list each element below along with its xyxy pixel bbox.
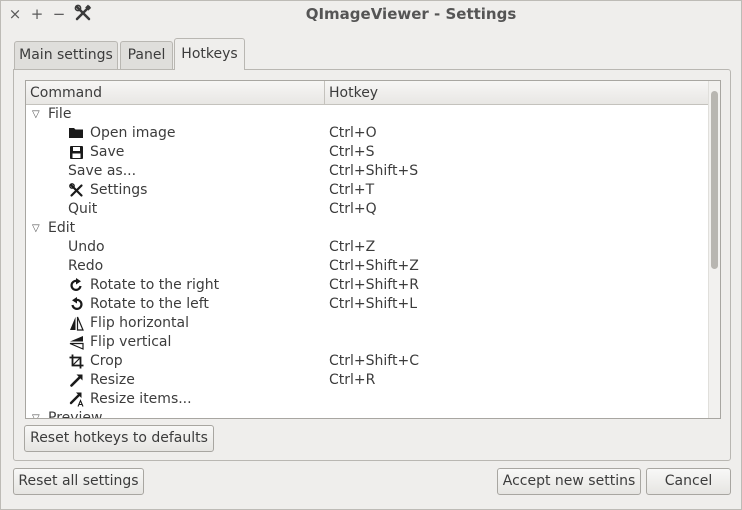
- tree-rows: ▽ File Open image Ctrl+O Save Ctrl+S Sav…: [26, 105, 708, 419]
- tree-row-quit[interactable]: Quit Ctrl+Q: [26, 200, 708, 219]
- command-label: Settings: [90, 182, 148, 198]
- tab-hotkeys[interactable]: Hotkeys: [174, 38, 245, 70]
- command-label: Resize items...: [90, 391, 192, 407]
- cancel-button[interactable]: Cancel: [646, 468, 731, 495]
- expand-arrow-icon[interactable]: ▽: [32, 409, 44, 418]
- reset-hotkeys-button[interactable]: Reset hotkeys to defaults: [24, 425, 214, 452]
- folder-icon: [68, 126, 84, 141]
- hotkey-value: Ctrl+R: [329, 372, 376, 388]
- flip-vertical-icon: [68, 335, 84, 350]
- category-row-file[interactable]: ▽ File: [26, 105, 708, 124]
- category-row-edit[interactable]: ▽ Edit: [26, 219, 708, 238]
- hotkey-value: Ctrl+Shift+S: [329, 163, 419, 179]
- window-title: QImageViewer - Settings: [305, 5, 517, 23]
- tree-row-flip-horizontal[interactable]: Flip horizontal: [26, 314, 708, 333]
- reset-all-settings-button[interactable]: Reset all settings: [13, 468, 144, 495]
- command-label: Open image: [90, 125, 176, 141]
- expand-arrow-icon[interactable]: ▽: [32, 219, 44, 238]
- tree-row-undo[interactable]: Undo Ctrl+Z: [26, 238, 708, 257]
- settings-window: × + − QImageViewer - Settings Main setti…: [0, 0, 742, 510]
- command-label: Resize: [90, 372, 135, 388]
- hotkey-value: Ctrl+S: [329, 144, 375, 160]
- hotkeys-tree[interactable]: Command Hotkey ▽ File Open image Ctrl+O: [25, 80, 721, 419]
- resize-icon: [68, 373, 84, 388]
- hotkey-value: Ctrl+Z: [329, 239, 376, 255]
- tab-main-settings[interactable]: Main settings: [14, 41, 118, 69]
- command-label: Flip horizontal: [90, 315, 189, 331]
- hotkey-value: Ctrl+Q: [329, 201, 377, 217]
- tree-row-resize-items[interactable]: Resize items...: [26, 390, 708, 409]
- hotkeys-pane: Command Hotkey ▽ File Open image Ctrl+O: [13, 69, 731, 461]
- tree-row-redo[interactable]: Redo Ctrl+Shift+Z: [26, 257, 708, 276]
- hotkey-value: Ctrl+O: [329, 125, 377, 141]
- tree-row-settings[interactable]: Settings Ctrl+T: [26, 181, 708, 200]
- column-header-hotkey[interactable]: Hotkey: [325, 81, 708, 105]
- expand-arrow-icon[interactable]: ▽: [32, 105, 44, 124]
- tree-row-flip-vertical[interactable]: Flip vertical: [26, 333, 708, 352]
- hotkey-value: Ctrl+T: [329, 182, 375, 198]
- tree-row-resize[interactable]: Resize Ctrl+R: [26, 371, 708, 390]
- resize-items-icon: [68, 392, 84, 407]
- floppy-icon: [68, 145, 84, 160]
- command-label: Undo: [68, 239, 105, 255]
- tab-panel[interactable]: Panel: [120, 41, 173, 69]
- flip-horizontal-icon: [68, 316, 84, 331]
- rotate-left-icon: [68, 297, 84, 312]
- title-bar: × + − QImageViewer - Settings: [1, 1, 741, 28]
- crop-icon: [68, 354, 84, 369]
- hotkey-value: Ctrl+Shift+L: [329, 296, 417, 312]
- tree-row-crop[interactable]: Crop Ctrl+Shift+C: [26, 352, 708, 371]
- tree-header: Command Hotkey: [26, 81, 708, 105]
- command-label: Quit: [68, 201, 98, 217]
- column-header-command[interactable]: Command: [26, 81, 325, 105]
- command-label: Rotate to the right: [90, 277, 220, 293]
- scrollbar-thumb[interactable]: [711, 91, 718, 269]
- category-label: File: [48, 106, 72, 122]
- command-label: Redo: [68, 258, 104, 274]
- tools-icon: [68, 183, 84, 198]
- category-label: Preview: [48, 410, 103, 419]
- category-row-preview[interactable]: ▽ Preview: [26, 409, 708, 419]
- hotkey-value: Ctrl+Shift+R: [329, 277, 419, 293]
- tree-row-save-as[interactable]: Save as... Ctrl+Shift+S: [26, 162, 708, 181]
- command-label: Save: [90, 144, 125, 160]
- tree-scrollbar[interactable]: [708, 81, 720, 418]
- rotate-right-icon: [68, 278, 84, 293]
- command-label: Flip vertical: [90, 334, 172, 350]
- command-label: Crop: [90, 353, 123, 369]
- category-label: Edit: [48, 220, 76, 236]
- hotkey-value: Ctrl+Shift+Z: [329, 258, 419, 274]
- hotkey-value: Ctrl+Shift+C: [329, 353, 419, 369]
- tree-row-rotate-right[interactable]: Rotate to the right Ctrl+Shift+R: [26, 276, 708, 295]
- command-label: Save as...: [68, 163, 137, 179]
- tree-row-open-image[interactable]: Open image Ctrl+O: [26, 124, 708, 143]
- tree-row-save[interactable]: Save Ctrl+S: [26, 143, 708, 162]
- tree-row-rotate-left[interactable]: Rotate to the left Ctrl+Shift+L: [26, 295, 708, 314]
- command-label: Rotate to the left: [90, 296, 209, 312]
- accept-button[interactable]: Accept new settins: [497, 468, 641, 495]
